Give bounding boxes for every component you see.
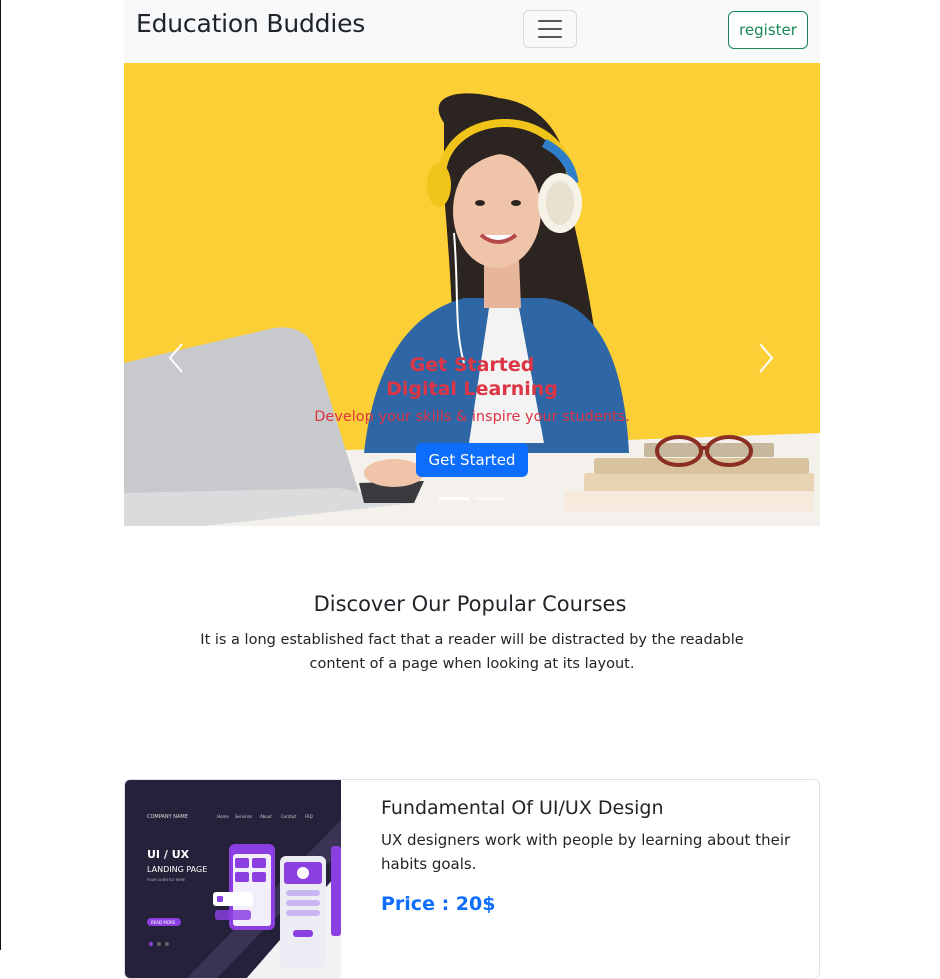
carousel-caption: Get Started Digital Learning Develop you… — [124, 353, 820, 477]
svg-text:About: About — [260, 814, 272, 819]
hamburger-icon — [538, 20, 562, 22]
course-price: Price : 20$ — [381, 893, 496, 915]
svg-text:LANDING PAGE: LANDING PAGE — [147, 865, 207, 874]
navbar: Education Buddies register — [124, 0, 820, 63]
svg-text:READ MORE: READ MORE — [151, 920, 176, 925]
course-card[interactable]: COMPANY NAME Home Services About Contact… — [124, 779, 820, 979]
carousel-caption-title: Get Started Digital Learning — [386, 354, 558, 400]
menu-toggle-button[interactable] — [523, 10, 577, 48]
course-description: UX designers work with people by learnin… — [381, 831, 791, 873]
thumbnail-company: COMPANY NAME — [147, 814, 188, 820]
get-started-button[interactable]: Get Started — [415, 443, 529, 477]
svg-text:Services: Services — [235, 814, 252, 819]
carousel-indicator[interactable] — [475, 497, 505, 500]
course-thumbnail: COMPANY NAME Home Services About Contact… — [125, 780, 341, 978]
hero-carousel: Get Started Digital Learning Develop you… — [124, 63, 820, 526]
register-button[interactable]: register — [728, 11, 808, 49]
svg-text:YOUR SUBTITLE HERE: YOUR SUBTITLE HERE — [147, 878, 185, 882]
carousel-caption-subtitle: Develop your skills & inspire your stude… — [314, 409, 630, 425]
carousel-indicator[interactable] — [439, 497, 469, 500]
course-title[interactable]: Fundamental Of UI/UX Design — [381, 797, 664, 819]
left-border — [0, 0, 1, 950]
svg-text:Home: Home — [217, 814, 229, 819]
thumbnail-heading: UI / UX — [147, 848, 190, 861]
svg-text:Contact: Contact — [281, 814, 297, 819]
section-description: It is a long established fact that a rea… — [200, 632, 744, 672]
svg-text:FAQ: FAQ — [305, 814, 313, 819]
carousel-indicators — [124, 497, 820, 500]
section-title: Discover Our Popular Courses — [313, 592, 627, 616]
brand-logo[interactable]: Education Buddies — [136, 9, 365, 38]
